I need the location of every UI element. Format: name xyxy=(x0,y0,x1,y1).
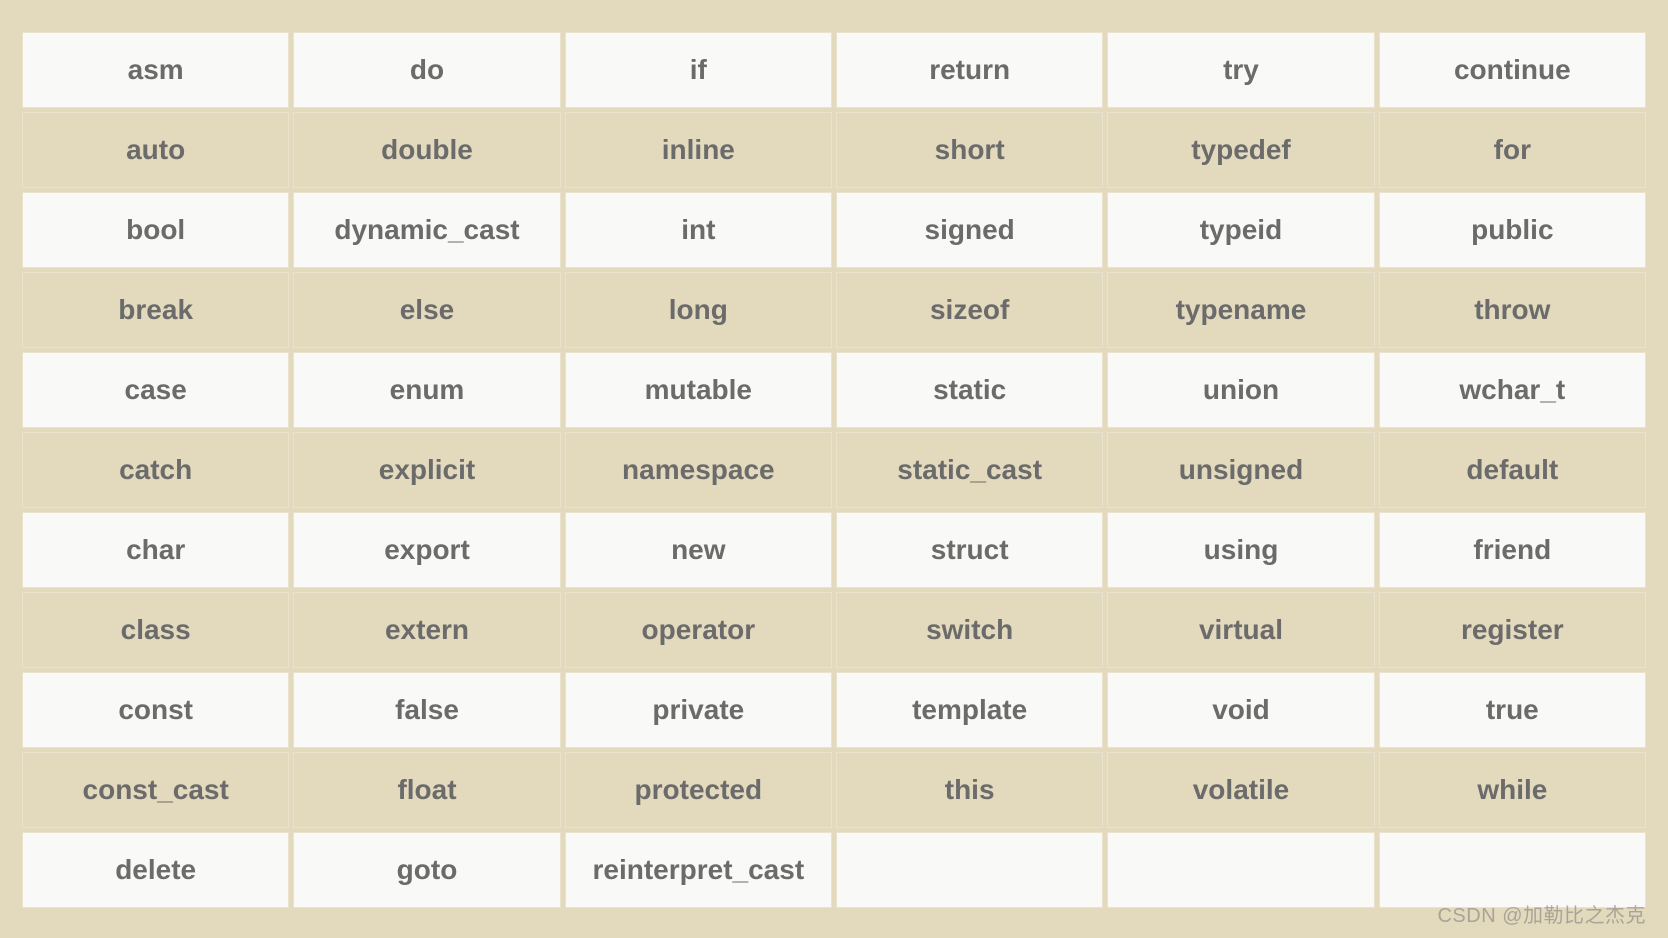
keyword-cell: delete xyxy=(22,832,289,908)
keyword-cell: struct xyxy=(836,512,1103,588)
keyword-cell: if xyxy=(565,32,832,108)
keyword-cell: typeid xyxy=(1107,192,1374,268)
table-row: asm do if return try continue xyxy=(22,32,1646,108)
keyword-cell: bool xyxy=(22,192,289,268)
keyword-cell: class xyxy=(22,592,289,668)
keyword-cell: throw xyxy=(1379,272,1646,348)
keyword-cell: while xyxy=(1379,752,1646,828)
table-row: case enum mutable static union wchar_t xyxy=(22,352,1646,428)
keyword-cell: typedef xyxy=(1107,112,1374,188)
keyword-cell: this xyxy=(836,752,1103,828)
keyword-cell: float xyxy=(293,752,560,828)
keyword-cell: operator xyxy=(565,592,832,668)
keyword-cell: extern xyxy=(293,592,560,668)
table-row: char export new struct using friend xyxy=(22,512,1646,588)
keyword-cell: namespace xyxy=(565,432,832,508)
keyword-cell xyxy=(1379,832,1646,908)
keyword-cell xyxy=(836,832,1103,908)
keyword-cell: private xyxy=(565,672,832,748)
keyword-cell: else xyxy=(293,272,560,348)
keyword-cell: for xyxy=(1379,112,1646,188)
keyword-cell: int xyxy=(565,192,832,268)
keyword-cell xyxy=(1107,832,1374,908)
keyword-cell: sizeof xyxy=(836,272,1103,348)
keyword-cell: default xyxy=(1379,432,1646,508)
keyword-cell: wchar_t xyxy=(1379,352,1646,428)
keyword-cell: double xyxy=(293,112,560,188)
table-row: bool dynamic_cast int signed typeid publ… xyxy=(22,192,1646,268)
keyword-cell: void xyxy=(1107,672,1374,748)
keyword-cell: const xyxy=(22,672,289,748)
keyword-cell: case xyxy=(22,352,289,428)
keyword-cell: volatile xyxy=(1107,752,1374,828)
keyword-cell: true xyxy=(1379,672,1646,748)
table-row: auto double inline short typedef for xyxy=(22,112,1646,188)
keyword-cell: explicit xyxy=(293,432,560,508)
keyword-cell: union xyxy=(1107,352,1374,428)
keyword-cell: switch xyxy=(836,592,1103,668)
keyword-cell: export xyxy=(293,512,560,588)
keyword-cell: virtual xyxy=(1107,592,1374,668)
keyword-cell: enum xyxy=(293,352,560,428)
keyword-cell: long xyxy=(565,272,832,348)
keyword-cell: goto xyxy=(293,832,560,908)
keyword-cell: static_cast xyxy=(836,432,1103,508)
page: asm do if return try continue auto doubl… xyxy=(0,0,1668,938)
keyword-cell: public xyxy=(1379,192,1646,268)
keyword-cell: char xyxy=(22,512,289,588)
keyword-cell: mutable xyxy=(565,352,832,428)
keyword-cell: inline xyxy=(565,112,832,188)
keyword-cell: do xyxy=(293,32,560,108)
keyword-cell: catch xyxy=(22,432,289,508)
keyword-cell: false xyxy=(293,672,560,748)
keyword-cell: new xyxy=(565,512,832,588)
keyword-cell: register xyxy=(1379,592,1646,668)
keyword-cell: break xyxy=(22,272,289,348)
keyword-cell: using xyxy=(1107,512,1374,588)
keyword-cell: protected xyxy=(565,752,832,828)
keyword-cell: return xyxy=(836,32,1103,108)
table-row: const false private template void true xyxy=(22,672,1646,748)
keyword-cell: auto xyxy=(22,112,289,188)
table-row: break else long sizeof typename throw xyxy=(22,272,1646,348)
keyword-cell: asm xyxy=(22,32,289,108)
keyword-table: asm do if return try continue auto doubl… xyxy=(18,28,1650,912)
table-row: catch explicit namespace static_cast uns… xyxy=(22,432,1646,508)
keyword-cell: static xyxy=(836,352,1103,428)
keyword-cell: unsigned xyxy=(1107,432,1374,508)
keyword-cell: try xyxy=(1107,32,1374,108)
keyword-cell: dynamic_cast xyxy=(293,192,560,268)
keyword-cell: friend xyxy=(1379,512,1646,588)
keyword-cell: continue xyxy=(1379,32,1646,108)
keyword-cell: signed xyxy=(836,192,1103,268)
keyword-cell: const_cast xyxy=(22,752,289,828)
watermark: CSDN @加勒比之杰克 xyxy=(1437,899,1646,928)
table-row: class extern operator switch virtual reg… xyxy=(22,592,1646,668)
keyword-cell: short xyxy=(836,112,1103,188)
keyword-cell: template xyxy=(836,672,1103,748)
table-row: delete goto reinterpret_cast xyxy=(22,832,1646,908)
table-row: const_cast float protected this volatile… xyxy=(22,752,1646,828)
keyword-cell: reinterpret_cast xyxy=(565,832,832,908)
keyword-cell: typename xyxy=(1107,272,1374,348)
